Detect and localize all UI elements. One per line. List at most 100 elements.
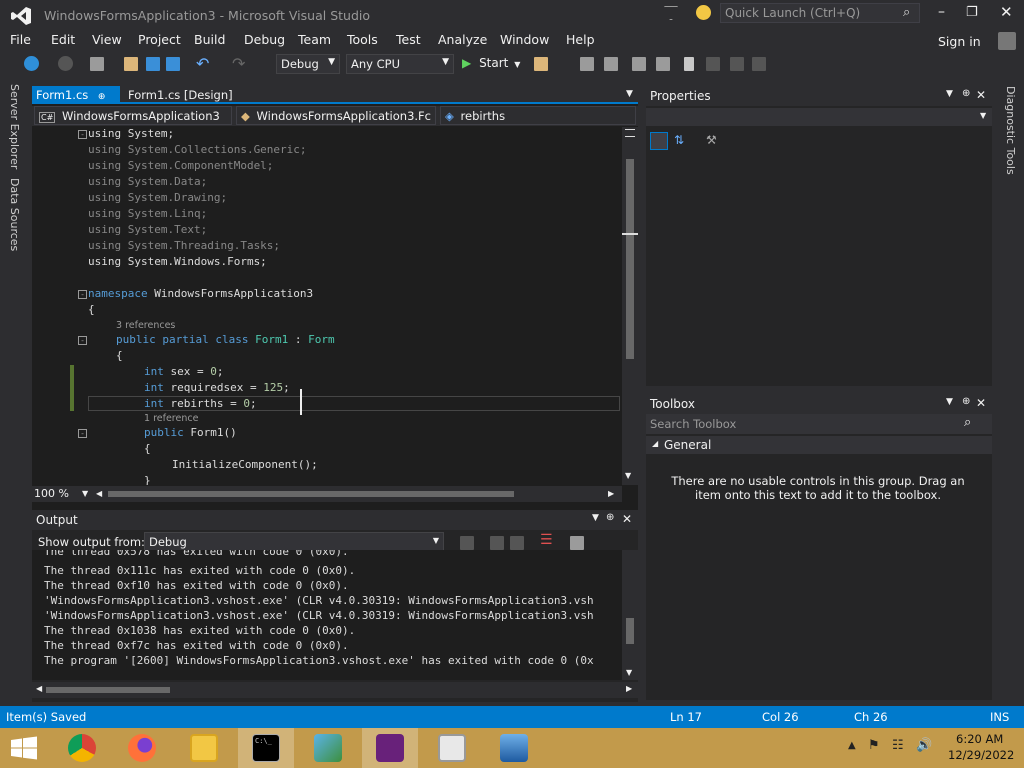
- find-message-icon[interactable]: [460, 536, 474, 550]
- prev-bookmark-icon[interactable]: [706, 57, 720, 71]
- collapse-namespace-icon[interactable]: -: [78, 290, 87, 299]
- scroll-thumb[interactable]: [46, 687, 170, 693]
- menu-tools[interactable]: Tools: [347, 32, 378, 47]
- output-source-select[interactable]: Debug ▼: [144, 532, 444, 552]
- server-explorer-tab[interactable]: Server Explorer: [8, 84, 21, 169]
- prev-message-icon[interactable]: [490, 536, 504, 550]
- scroll-thumb[interactable]: [108, 491, 514, 497]
- windows-start-icon[interactable]: [10, 736, 38, 760]
- open-folder-icon[interactable]: [124, 57, 138, 71]
- toolbox-search-input[interactable]: Search Toolbox: [650, 417, 736, 431]
- quick-launch-box[interactable]: Quick Launch (Ctrl+Q) ⌕: [720, 3, 920, 23]
- solution-configuration-select[interactable]: Debug ▼: [276, 54, 340, 74]
- object-selector[interactable]: ▼: [646, 108, 992, 126]
- minimize-button[interactable]: –: [938, 4, 945, 20]
- menu-window[interactable]: Window: [500, 32, 549, 47]
- scroll-right-icon[interactable]: ▶: [608, 489, 614, 498]
- tab-form1-cs[interactable]: Form1.cs ⊕ ✕: [32, 86, 120, 116]
- solution-platform-select[interactable]: Any CPU ▼: [346, 54, 454, 74]
- output-horizontal-scrollbar[interactable]: ◀ ▶: [32, 682, 638, 698]
- save-all-icon[interactable]: [166, 57, 180, 71]
- collapse-usings-icon[interactable]: -: [78, 130, 87, 139]
- network-icon[interactable]: ☷: [892, 738, 904, 753]
- scroll-thumb[interactable]: [626, 618, 634, 644]
- taskbar-visual-studio[interactable]: [362, 728, 418, 768]
- data-sources-tab[interactable]: Data Sources: [8, 178, 21, 251]
- collapse-ctor-icon[interactable]: -: [78, 429, 87, 438]
- step-icon[interactable]: [580, 57, 594, 71]
- back-icon[interactable]: [24, 56, 39, 71]
- menu-team[interactable]: Team: [298, 32, 331, 47]
- zoom-dropdown-icon[interactable]: ▼: [82, 489, 88, 498]
- outdent-icon[interactable]: [656, 57, 670, 71]
- class-dropdown[interactable]: ◆ WindowsFormsApplication3.Fc: [236, 106, 436, 125]
- close-icon[interactable]: ✕: [976, 396, 986, 410]
- categorized-view-icon[interactable]: [650, 132, 668, 150]
- pin-icon[interactable]: ⊕: [962, 88, 970, 99]
- tab-overflow-icon[interactable]: ▼: [626, 89, 633, 99]
- undo-icon[interactable]: ↶: [196, 54, 209, 73]
- restore-button[interactable]: ❐: [966, 5, 978, 20]
- menu-help[interactable]: Help: [566, 32, 595, 47]
- collapse-class-icon[interactable]: -: [78, 336, 87, 345]
- menu-file[interactable]: File: [10, 32, 31, 47]
- split-icon[interactable]: [625, 129, 635, 137]
- feedback-smiley-icon[interactable]: [696, 5, 711, 20]
- close-icon[interactable]: ✕: [622, 512, 632, 526]
- account-icon[interactable]: [998, 32, 1016, 50]
- scroll-down-icon[interactable]: ▼: [625, 471, 631, 480]
- taskbar-command-prompt[interactable]: C:\_: [238, 728, 294, 768]
- property-pages-icon[interactable]: ⚒: [706, 133, 717, 147]
- close-button[interactable]: ✕: [1000, 3, 1013, 21]
- taskbar-file-explorer[interactable]: [176, 728, 232, 768]
- panel-menu-icon[interactable]: ▼: [946, 89, 953, 99]
- start-button[interactable]: ▶ Start ▼: [462, 56, 524, 74]
- taskbar-people[interactable]: [300, 728, 356, 768]
- scroll-right-icon[interactable]: ▶: [626, 684, 632, 693]
- find-in-files-icon[interactable]: [534, 57, 548, 71]
- clock-date[interactable]: 12/29/2022: [948, 748, 1014, 762]
- project-dropdown[interactable]: C# WindowsFormsApplication3: [34, 106, 232, 125]
- pin-icon[interactable]: ⊕: [98, 92, 106, 102]
- taskbar-store[interactable]: [424, 728, 480, 768]
- menu-analyze[interactable]: Analyze: [438, 32, 487, 47]
- pin-icon[interactable]: ⊕: [606, 512, 614, 523]
- panel-menu-icon[interactable]: ▼: [946, 397, 953, 407]
- output-text[interactable]: The thread 0x578 has exited with code 0 …: [32, 550, 622, 680]
- filter-icon[interactable]: [664, 6, 678, 20]
- ctor-references-codelens[interactable]: 1 reference: [144, 413, 198, 424]
- solution-explorer-icon[interactable]: [604, 57, 618, 71]
- pin-icon[interactable]: ⊕: [962, 396, 970, 407]
- toolbox-group-general[interactable]: ◢ General: [646, 436, 992, 454]
- indent-icon[interactable]: [632, 57, 646, 71]
- menu-build[interactable]: Build: [194, 32, 225, 47]
- save-icon[interactable]: [146, 57, 160, 71]
- scroll-left-icon[interactable]: ◀: [96, 489, 102, 498]
- menu-view[interactable]: View: [92, 32, 122, 47]
- clear-all-icon[interactable]: ☰: [540, 532, 553, 548]
- tab-form1-design[interactable]: Form1.cs [Design]: [124, 86, 254, 104]
- scroll-left-icon[interactable]: ◀: [36, 684, 42, 693]
- sign-in-link[interactable]: Sign in: [938, 34, 981, 49]
- scroll-thumb[interactable]: [626, 159, 634, 359]
- redo-icon[interactable]: ↷: [232, 54, 245, 73]
- code-text[interactable]: - using System; using System.Collections…: [32, 127, 622, 485]
- class-references-codelens[interactable]: 3 references: [116, 320, 175, 331]
- taskbar-remote-desktop[interactable]: [486, 728, 542, 768]
- taskbar-firefox[interactable]: [114, 728, 170, 768]
- forward-icon[interactable]: [58, 56, 73, 71]
- search-icon[interactable]: ⌕: [964, 415, 971, 430]
- output-vertical-scrollbar[interactable]: ▼: [622, 550, 638, 680]
- word-wrap-icon[interactable]: [570, 536, 584, 550]
- panel-menu-icon[interactable]: ▼: [592, 513, 599, 523]
- search-icon[interactable]: ⌕: [903, 5, 910, 20]
- volume-icon[interactable]: 🔊: [916, 738, 932, 753]
- clock-time[interactable]: 6:20 AM: [956, 732, 1003, 746]
- member-dropdown[interactable]: ◈ rebirths: [440, 106, 636, 125]
- bookmark-icon[interactable]: [684, 57, 694, 71]
- quick-launch-input[interactable]: Quick Launch (Ctrl+Q): [725, 6, 860, 20]
- alphabetical-sort-icon[interactable]: ⇅: [674, 133, 684, 147]
- close-icon[interactable]: ✕: [976, 88, 986, 102]
- diagnostic-tools-tab[interactable]: Diagnostic Tools: [1004, 86, 1017, 175]
- menu-debug[interactable]: Debug: [244, 32, 285, 47]
